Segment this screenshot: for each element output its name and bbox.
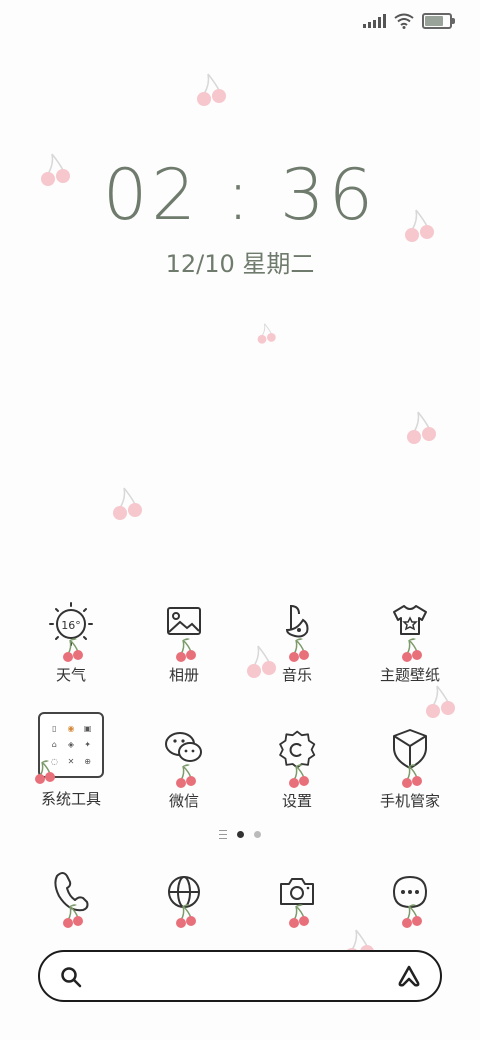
app-theme[interactable]: 主题壁纸 [355,600,465,685]
dock-browser[interactable] [129,866,239,928]
app-settings[interactable]: 设置 [242,726,352,811]
app-label: 设置 [281,792,312,810]
app-music[interactable]: 音乐 [242,600,352,685]
app-gallery[interactable]: 相册 [129,600,239,685]
app-label: 音乐 [281,666,312,684]
dock-messages[interactable] [355,866,465,928]
app-weather[interactable]: 16° 天气 [16,600,126,685]
app-folder-system-tools[interactable]: ▯ ◉ ▣ ⌂ ◈ ✦ ◌ ✕ ⊕ 系统工具 [16,712,126,809]
app-label: 微信 [168,792,199,810]
app-label: 天气 [55,666,86,684]
cherry-icon [175,903,197,928]
assistant-icon[interactable] [396,964,422,988]
weather-temp: 16° [61,619,81,632]
cherry-icon [62,637,84,662]
cherry-icon [401,637,423,662]
page-indicator[interactable] [0,830,480,839]
app-label: 主题壁纸 [379,666,440,684]
page-dot-active [237,831,244,838]
cherry-icon [62,903,84,928]
app-wechat[interactable]: 微信 [129,726,239,811]
battery-charging-icon [422,13,455,29]
signal-icon [363,14,386,28]
status-bar [363,10,455,32]
page-dot [254,831,261,838]
cherry-icon [175,637,197,662]
dock-camera[interactable] [242,866,352,928]
page-list-icon [219,830,227,839]
app-phone-manager[interactable]: 手机管家 [355,726,465,811]
cherry-decoration-icon [406,411,436,444]
search-icon[interactable] [60,966,82,988]
cherry-icon [401,903,423,928]
cherry-icon [34,759,56,784]
cherry-decoration-icon [425,685,455,718]
clock-date: 12/10 星期二 [165,250,315,278]
cherry-icon [288,637,310,662]
folder-icon: ▯ ◉ ▣ ⌂ ◈ ✦ ◌ ✕ ⊕ [34,712,104,784]
app-label: 相册 [168,666,199,684]
wifi-icon [394,13,414,29]
search-bar[interactable] [38,950,442,1002]
cherry-icon [288,903,310,928]
cherry-icon [401,763,423,788]
clock-time: 02 : 36 [102,154,378,236]
dock-phone[interactable] [16,866,126,928]
cherry-decoration-icon [112,487,143,520]
cherry-icon [175,763,197,788]
app-label: 手机管家 [379,792,440,810]
cherry-decoration-icon [257,323,277,344]
cherry-icon [288,763,310,788]
app-label: 系统工具 [40,790,101,808]
cherry-decoration-icon [196,73,227,106]
